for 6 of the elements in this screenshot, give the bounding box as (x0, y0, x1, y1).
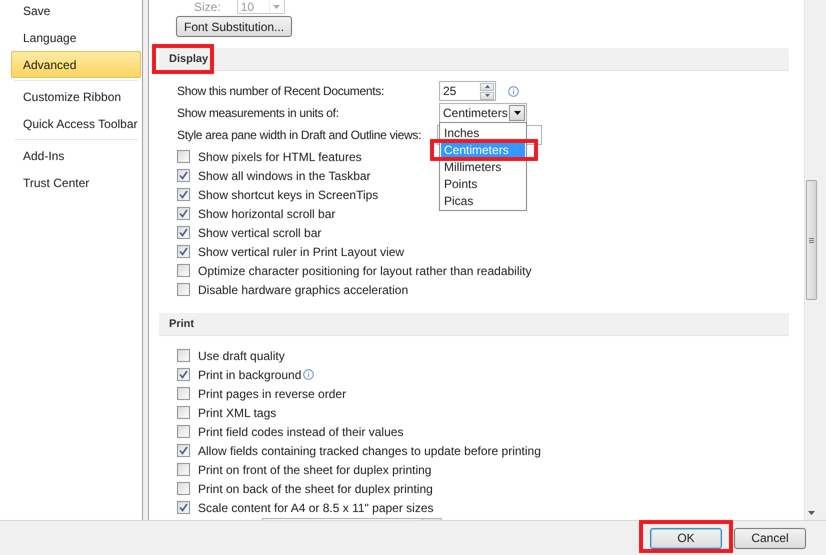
size-label: Size: (194, 0, 221, 14)
field-label: Show measurements in units of: (177, 106, 340, 120)
field-label: Style area pane width in Draft and Outline views: (177, 128, 422, 142)
section-title: Print (168, 318, 194, 330)
section-title: Display (159, 53, 208, 65)
field-label: Show this number of Recent Documents: (177, 84, 386, 98)
